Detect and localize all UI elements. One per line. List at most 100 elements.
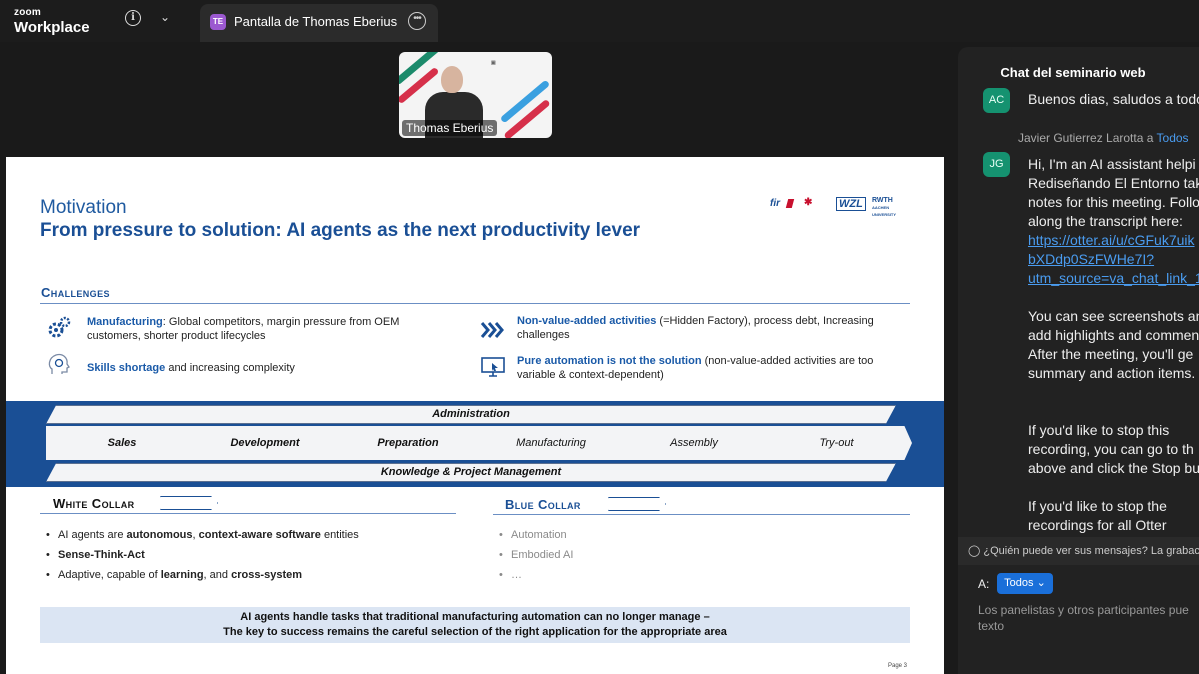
slide-title: Motivation: [40, 197, 127, 218]
challenge-non-value: Non-value-added activities (=Hidden Fact…: [517, 314, 877, 342]
to-label: A:: [978, 577, 990, 591]
message-line: recording, you can go to th: [1028, 441, 1194, 457]
challenge-skills: Skills shortage and increasing complexit…: [87, 361, 427, 375]
message-line: above and click the Stop bu: [1028, 460, 1199, 476]
sharer-avatar: TE: [210, 14, 226, 30]
more-options-icon[interactable]: •••: [408, 12, 426, 30]
challenge-highlight: Pure automation is not the solution: [517, 355, 702, 367]
message-line: If you'd like to stop this: [1028, 422, 1170, 438]
message-line: summary and action items.: [1028, 365, 1196, 381]
message-line: recordings for all Otter: [1028, 517, 1167, 533]
otter-link[interactable]: https://otter.ai/u/cGFuk7uik: [1028, 231, 1199, 250]
bullet-text: , and: [203, 569, 232, 581]
message-line: If you'd like to stop the: [1028, 498, 1167, 514]
visibility-notice-text: ¿Quién puede ver sus mensajes? La grabac: [983, 545, 1199, 557]
slide-subtitle: From pressure to solution: AI agents as …: [40, 220, 641, 241]
head-brain-icon: [48, 353, 70, 374]
message-recipient[interactable]: Todos: [1157, 131, 1189, 145]
otter-link[interactable]: bXDdp0SzFWHe7I?: [1028, 250, 1199, 269]
rwth-line: UNIVERSITY: [872, 212, 897, 217]
bullet-bold: learning: [160, 569, 204, 581]
step-development: Development: [189, 426, 341, 460]
chat-title: Chat del seminario web: [1000, 65, 1146, 80]
partner-logos: fir ✱ WZL RWTH AACHEN UNIVERSITY: [770, 197, 915, 217]
brand-top: zoom: [14, 7, 41, 18]
backdrop-logo: ▣: [491, 60, 496, 66]
bullet-bold: autonomous: [126, 529, 193, 541]
chat-message: Buenos dias, saludos a todo: [1028, 91, 1199, 107]
backdrop-stripe: [503, 98, 551, 138]
recipient-dropdown[interactable]: Todos ⌄: [997, 573, 1053, 594]
wzl-logo: WZL: [836, 197, 866, 211]
message-meta: Javier Gutierrez Larotta a Todos: [1018, 131, 1189, 145]
chevron-down-icon: ⌄: [1036, 577, 1046, 589]
visibility-notice[interactable]: ◯ ¿Quién puede ver sus mensajes? La grab…: [958, 537, 1199, 565]
recipient-dropdown-label: Todos: [1004, 577, 1034, 589]
chat-input[interactable]: Los panelistas y otros participantes pue…: [978, 602, 1199, 634]
step-sales: Sales: [46, 426, 198, 460]
bullet-bold: context-aware software: [198, 529, 321, 541]
challenges-rule: [40, 303, 910, 304]
message-line: add highlights and commen: [1028, 327, 1199, 343]
avatar: AC: [983, 88, 1010, 113]
message-line: Hi, I'm an AI assistant helpi: [1028, 156, 1196, 172]
step-preparation: Preparation: [332, 426, 484, 460]
top-bar: zoom Workplace i ⌄ TE Pantalla de Thomas…: [0, 0, 1199, 42]
partner-logo-mark: ✱: [804, 197, 813, 208]
people-icon: ◯: [968, 545, 981, 557]
list-item: Sense-Think-Act: [44, 545, 444, 565]
shared-slide: Motivation From pressure to solution: AI…: [6, 157, 944, 674]
avatar: JG: [983, 152, 1010, 177]
key-message-line: The key to success remains the careful s…: [223, 626, 727, 638]
process-steps: Sales Development Preparation Manufactur…: [46, 426, 912, 460]
list-item: Embodied AI: [497, 545, 897, 565]
message-line: Rediseñando El Entorno tak: [1028, 175, 1199, 191]
bullet-text: AI agents are: [58, 529, 127, 541]
list-item: …: [497, 565, 897, 585]
info-icon[interactable]: i: [125, 10, 141, 26]
challenge-text: and increasing complexity: [165, 362, 295, 374]
zoom-logo: zoom Workplace: [14, 7, 90, 36]
bullet-text: entities: [320, 529, 359, 541]
step-try-out: Try-out: [761, 426, 912, 460]
chevron-down-icon[interactable]: ⌄: [160, 10, 170, 24]
challenge-highlight: Non-value-added activities: [517, 315, 657, 327]
chat-message: Hi, I'm an AI assistant helpi Rediseñand…: [1028, 155, 1199, 535]
chevrons-right-icon: [480, 322, 504, 338]
challenge-automation: Pure automation is not the solution (non…: [517, 354, 897, 382]
bullet-bold: cross-system: [231, 569, 303, 581]
speaker-name: Thomas Eberius: [402, 120, 498, 136]
message-line: After the meeting, you'll ge: [1028, 346, 1194, 362]
bullet-bold: Sense-Think-Act: [58, 549, 145, 561]
challenges-heading: Challenges: [41, 285, 110, 300]
brand-bottom: Workplace: [14, 19, 90, 36]
knowledge-management-bar: Knowledge & Project Management: [46, 463, 896, 482]
blue-collar-list: Automation Embodied AI …: [497, 525, 897, 585]
rwth-line: AACHEN: [872, 205, 890, 210]
blue-collar-heading: Blue Collar: [505, 497, 581, 512]
step-assembly: Assembly: [618, 426, 770, 460]
administration-bar: Administration: [46, 405, 896, 424]
key-message-box: AI agents handle tasks that traditional …: [40, 607, 910, 643]
speaker-head: [441, 66, 463, 93]
zoom-window: zoom Workplace i ⌄ TE Pantalla de Thomas…: [0, 0, 1199, 674]
speaker-video-tile[interactable]: ▣ Thomas Eberius: [399, 52, 552, 138]
white-collar-arrow: [160, 496, 218, 510]
page-number: Page 3: [888, 663, 908, 669]
white-collar-list: AI agents are autonomous, context-aware …: [44, 525, 444, 585]
screen-share-tab[interactable]: TE Pantalla de Thomas Eberius •••: [200, 4, 438, 42]
white-collar-rule: [40, 513, 456, 514]
white-collar-heading: White Collar: [53, 496, 135, 511]
blue-collar-arrow: [608, 497, 666, 511]
message-line: You can see screenshots and: [1028, 308, 1199, 324]
rwth-logo: RWTH AACHEN UNIVERSITY: [872, 197, 896, 218]
message-line: notes for this meeting. Follo: [1028, 194, 1199, 210]
gears-icon: [48, 316, 71, 338]
otter-link[interactable]: utm_source=va_chat_link_1: [1028, 269, 1199, 288]
challenge-highlight: Manufacturing: [87, 316, 163, 328]
list-item: Automation: [497, 525, 897, 545]
message-to-prefix: a: [1143, 131, 1157, 145]
message-line: along the transcript here:: [1028, 213, 1183, 229]
key-message-line: AI agents handle tasks that traditional …: [240, 611, 710, 623]
message-sender: Javier Gutierrez Larotta: [1018, 131, 1144, 145]
